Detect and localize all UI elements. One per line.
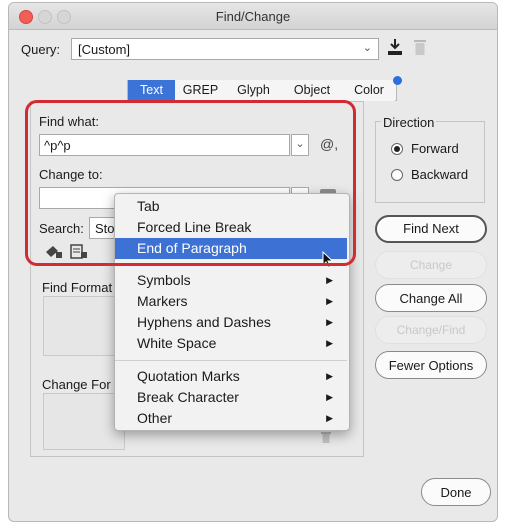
chevron-down-icon: ⌄: [362, 42, 372, 54]
submenu-arrow-icon: ▶: [326, 296, 333, 306]
tab-object[interactable]: Object: [281, 80, 344, 101]
submenu-arrow-icon: ▶: [326, 317, 333, 327]
change-format-box[interactable]: [43, 393, 125, 450]
direction-backward-label: Backward: [411, 167, 469, 182]
submenu-arrow-icon: ▶: [326, 338, 333, 348]
change-all-button[interactable]: Change All: [375, 284, 487, 312]
tab-glyph[interactable]: Glyph: [226, 80, 282, 101]
menu-item-white-space-label: White Space: [137, 335, 217, 351]
fewer-options-button[interactable]: Fewer Options: [375, 351, 487, 379]
radio-selected-dot: [394, 146, 400, 152]
direction-label: Direction: [381, 115, 437, 130]
submenu-arrow-icon: ▶: [326, 413, 333, 423]
menu-item-quotation-marks-label: Quotation Marks: [137, 368, 240, 384]
submenu-arrow-icon: ▶: [326, 275, 333, 285]
change-button[interactable]: Change: [375, 251, 487, 279]
window-title: Find/Change: [215, 9, 291, 24]
change-format-label: Change For: [42, 377, 111, 392]
menu-separator: [115, 360, 347, 361]
menu-item-break-character-label: Break Character: [137, 389, 239, 405]
find-format-box[interactable]: [43, 296, 125, 356]
direction-forward-radio[interactable]: [391, 143, 403, 155]
query-value: [Custom]: [78, 42, 131, 57]
menu-item-hyphens-and-dashes-label: Hyphens and Dashes: [137, 314, 271, 330]
change-find-button[interactable]: Change/Find: [375, 316, 487, 344]
title-bar: Find/Change: [9, 3, 497, 30]
menu-item-other-label: Other: [137, 410, 173, 426]
color-indicator-dot: [393, 76, 402, 85]
query-label: Query:: [21, 42, 61, 57]
clear-change-format-icon[interactable]: [321, 431, 331, 443]
menu-item-white-space[interactable]: White Space ▶: [115, 333, 347, 354]
menu-item-hyphens-and-dashes[interactable]: Hyphens and Dashes ▶: [115, 312, 347, 333]
query-select[interactable]: [Custom] ⌄: [71, 38, 379, 60]
submenu-arrow-icon: ▶: [326, 392, 333, 402]
direction-forward-label: Forward: [411, 141, 459, 156]
menu-item-symbols-label: Symbols: [137, 272, 191, 288]
tab-grep[interactable]: GREP: [175, 80, 227, 101]
menu-item-break-character[interactable]: Break Character ▶: [115, 387, 347, 408]
tab-text[interactable]: Text: [128, 80, 176, 101]
direction-backward-radio[interactable]: [391, 169, 403, 181]
menu-item-quotation-marks[interactable]: Quotation Marks ▶: [115, 366, 347, 387]
find-next-button[interactable]: Find Next: [375, 215, 487, 243]
direction-group: [375, 121, 485, 203]
tab-color[interactable]: Color: [343, 80, 395, 101]
submenu-arrow-icon: ▶: [326, 371, 333, 381]
find-format-label: Find Format: [42, 280, 113, 295]
highlight-callout: [25, 100, 356, 266]
menu-item-markers[interactable]: Markers ▶: [115, 291, 347, 312]
menu-item-symbols[interactable]: Symbols ▶: [115, 270, 347, 291]
menu-item-other[interactable]: Other ▶: [115, 408, 347, 429]
menu-item-markers-label: Markers: [137, 293, 188, 309]
delete-query-icon[interactable]: [413, 38, 427, 56]
save-query-icon[interactable]: [387, 38, 403, 56]
done-button[interactable]: Done: [421, 478, 491, 506]
